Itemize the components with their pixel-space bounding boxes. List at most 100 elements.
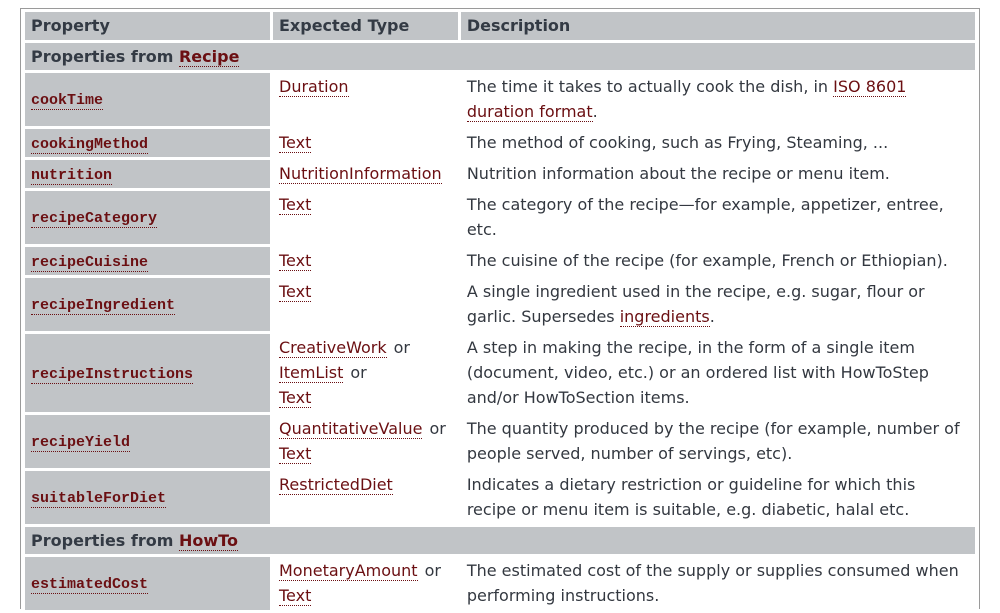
type-line: NutritionInformation <box>279 161 452 186</box>
or-separator: or <box>424 561 441 580</box>
table-row: recipeInstructions CreativeWork or ItemList… <box>25 334 975 412</box>
table-row: recipeCuisine Text The cuisine of the reci… <box>25 247 975 275</box>
or-separator: or <box>393 338 410 357</box>
type-link[interactable]: Text <box>279 251 312 271</box>
expected-type-cell: Duration <box>273 73 458 126</box>
property-cell: nutrition <box>25 160 270 188</box>
type-link[interactable]: Text <box>279 133 312 153</box>
section-type-link[interactable]: HowTo <box>178 531 238 551</box>
table-body: Properties from Recipe cookTime Duration Th… <box>25 43 975 610</box>
description-cell: Indicates a dietary restriction or guide… <box>461 471 975 524</box>
type-line: ItemList or <box>279 360 452 385</box>
type-line: QuantitativeValue or <box>279 416 452 441</box>
properties-table: Property Expected Type Description Prope… <box>22 9 978 613</box>
type-line: Text <box>279 441 452 466</box>
type-link[interactable]: Text <box>279 586 312 606</box>
description-cell: Nutrition information about the recipe o… <box>461 160 975 188</box>
or-separator: or <box>350 363 367 382</box>
description-text: A step in making the recipe, in the form… <box>466 338 929 407</box>
type-link[interactable]: ItemList <box>279 363 344 383</box>
description-text: The quantity produced by the recipe (for… <box>466 419 960 463</box>
property-cell: cookingMethod <box>25 129 270 157</box>
table-row: nutrition NutritionInformation Nutrition i… <box>25 160 975 188</box>
description-cell: A single ingredient used in the recipe, … <box>461 278 975 331</box>
table-row: recipeYield QuantitativeValue or Text The qu… <box>25 415 975 468</box>
expected-type-cell: RestrictedDiet <box>273 471 458 524</box>
type-line: Text <box>279 279 452 304</box>
description-text: The estimated cost of the supply or supp… <box>466 561 959 605</box>
property-link[interactable]: recipeIngredient <box>31 297 176 315</box>
description-text: . <box>709 307 715 326</box>
section-heading-prefix: Properties from <box>31 531 174 550</box>
description-cell: The category of the recipe—for example, … <box>461 191 975 244</box>
property-cell: estimatedCost <box>25 557 270 610</box>
type-line: Text <box>279 130 452 155</box>
description-link[interactable]: ingredients <box>619 307 710 327</box>
type-link[interactable]: NutritionInformation <box>279 164 442 184</box>
property-link[interactable]: recipeCuisine <box>31 253 149 272</box>
type-line: Text <box>279 385 452 410</box>
description-text: The cuisine of the recipe (for example, … <box>466 251 948 270</box>
table-row: recipeIngredient Text A single ingredient … <box>25 278 975 331</box>
type-link[interactable]: Text <box>279 388 312 408</box>
type-line: Duration <box>279 74 452 99</box>
type-link[interactable]: CreativeWork <box>279 338 387 358</box>
type-line: Text <box>279 192 452 217</box>
description-text: The time it takes to actually cook the d… <box>466 77 834 96</box>
type-link[interactable]: MonetaryAmount <box>279 561 418 581</box>
property-link[interactable]: recipeCategory <box>31 210 158 228</box>
type-line: CreativeWork or <box>279 335 452 360</box>
property-cell: recipeInstructions <box>25 334 270 412</box>
or-separator: or <box>429 419 446 438</box>
description-text: Indicates a dietary restriction or guide… <box>466 475 916 519</box>
expected-type-cell: Text <box>273 278 458 331</box>
description-text: . <box>592 102 598 121</box>
type-line: MonetaryAmount or <box>279 558 452 583</box>
table-header-row: Property Expected Type Description <box>25 12 975 40</box>
property-cell: recipeCategory <box>25 191 270 244</box>
type-link[interactable]: RestrictedDiet <box>279 475 393 495</box>
property-link[interactable]: cookingMethod <box>31 135 149 154</box>
property-cell: recipeYield <box>25 415 270 468</box>
type-link[interactable]: Text <box>279 444 312 464</box>
description-cell: The method of cooking, such as Frying, S… <box>461 129 975 157</box>
description-cell: The cuisine of the recipe (for example, … <box>461 247 975 275</box>
table-row: suitableForDiet RestrictedDiet Indicates a… <box>25 471 975 524</box>
section-heading: Properties from Recipe <box>25 43 975 70</box>
property-cell: cookTime <box>25 73 270 126</box>
type-line: RestrictedDiet <box>279 472 452 497</box>
section-row: Properties from Recipe <box>25 43 975 70</box>
type-line: Text <box>279 248 452 273</box>
description-text: The category of the recipe—for example, … <box>466 195 944 239</box>
expected-type-cell: Text <box>273 247 458 275</box>
property-link[interactable]: cookTime <box>31 92 104 110</box>
expected-type-cell: CreativeWork or ItemList or Text <box>273 334 458 412</box>
property-cell: recipeCuisine <box>25 247 270 275</box>
description-cell: A step in making the recipe, in the form… <box>461 334 975 412</box>
description-cell: The time it takes to actually cook the d… <box>461 73 975 126</box>
type-link[interactable]: QuantitativeValue <box>279 419 423 439</box>
property-cell: recipeIngredient <box>25 278 270 331</box>
section-heading: Properties from HowTo <box>25 527 975 554</box>
properties-table-frame: Property Expected Type Description Prope… <box>20 8 980 610</box>
property-link[interactable]: suitableForDiet <box>31 490 167 508</box>
expected-type-cell: MonetaryAmount or Text <box>273 557 458 610</box>
property-link[interactable]: estimatedCost <box>31 576 149 594</box>
expected-type-cell: Text <box>273 129 458 157</box>
description-text: Nutrition information about the recipe o… <box>466 164 890 183</box>
section-row: Properties from HowTo <box>25 527 975 554</box>
property-link[interactable]: nutrition <box>31 166 113 185</box>
header-description: Description <box>460 12 975 40</box>
section-heading-prefix: Properties from <box>31 47 174 66</box>
description-cell: The quantity produced by the recipe (for… <box>461 415 975 468</box>
type-line: Text <box>279 583 452 608</box>
section-type-link[interactable]: Recipe <box>178 47 240 67</box>
type-link[interactable]: Text <box>279 195 312 215</box>
type-link[interactable]: Duration <box>279 77 349 97</box>
expected-type-cell: NutritionInformation <box>273 160 458 188</box>
header-expected-type: Expected Type <box>273 12 458 40</box>
expected-type-cell: Text <box>273 191 458 244</box>
type-link[interactable]: Text <box>279 282 312 302</box>
property-link[interactable]: recipeInstructions <box>31 365 194 384</box>
property-link[interactable]: recipeYield <box>31 434 131 452</box>
